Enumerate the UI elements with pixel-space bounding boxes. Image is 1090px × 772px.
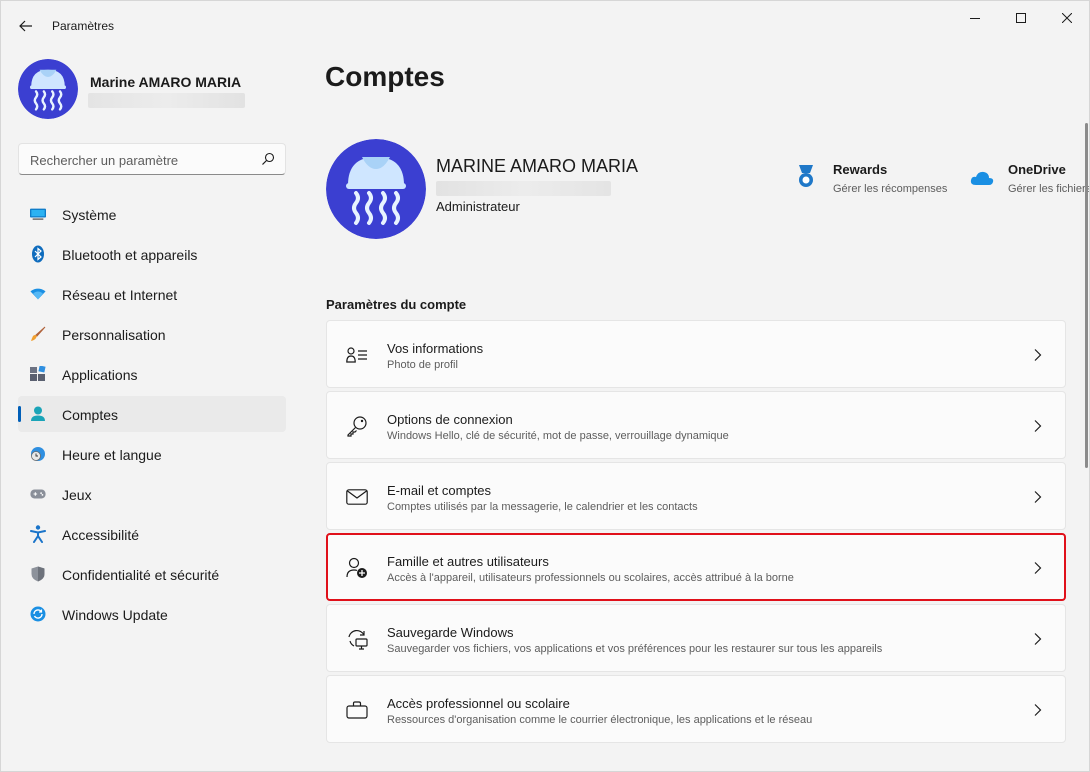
mail-icon	[345, 485, 369, 509]
card-subtitle: Photo de profil	[387, 359, 458, 371]
minimize-button[interactable]	[952, 1, 998, 35]
person-info-icon	[345, 343, 369, 367]
jellyfish-avatar-icon	[326, 139, 426, 239]
user-role: Administrateur	[436, 199, 520, 214]
card-email-comptes[interactable]: E-mail et comptes Comptes utilisés par l…	[326, 462, 1066, 530]
app-title: Paramètres	[52, 19, 115, 33]
search-input[interactable]: Rechercher un paramètre	[18, 143, 286, 175]
sidebar-item-personnalisation[interactable]: Personnalisation	[18, 316, 286, 352]
user-email-redacted	[436, 181, 611, 196]
chevron-right-icon	[1034, 633, 1042, 645]
update-icon	[30, 606, 46, 622]
accessibility-icon	[30, 525, 46, 543]
back-button[interactable]	[11, 11, 41, 41]
sidebar-item-accessibilite[interactable]: Accessibilité	[18, 516, 286, 552]
display-icon	[30, 206, 46, 222]
sidebar-item-label: Comptes	[62, 407, 119, 423]
account-settings-list: Vos informations Photo de profil Options…	[326, 320, 1066, 746]
sidebar-nav: Système Bluetooth et appareils Réseau et…	[18, 196, 286, 636]
person-icon	[30, 406, 46, 422]
brush-icon	[30, 326, 46, 342]
onedrive-title: OneDrive	[1008, 162, 1066, 177]
maximize-icon	[1016, 13, 1026, 23]
close-button[interactable]	[1044, 1, 1089, 35]
profile-email-redacted	[88, 93, 245, 108]
page-title: Comptes	[325, 61, 445, 92]
key-icon	[345, 414, 369, 438]
chevron-right-icon	[1034, 420, 1042, 432]
card-title: Vos informations	[387, 341, 484, 356]
medal-icon	[799, 165, 813, 187]
bluetooth-icon	[30, 245, 46, 263]
cloud-icon	[970, 171, 994, 185]
chevron-right-icon	[1034, 562, 1042, 574]
sidebar-item-label: Système	[62, 207, 117, 223]
sidebar-item-jeux[interactable]: Jeux	[18, 476, 286, 512]
card-acces-professionnel[interactable]: Accès professionnel ou scolaire Ressourc…	[326, 675, 1066, 743]
card-title: Sauvegarde Windows	[387, 625, 514, 640]
sidebar-item-label: Windows Update	[62, 607, 168, 623]
sidebar-item-label: Réseau et Internet	[62, 287, 178, 303]
gamepad-icon	[30, 486, 46, 502]
chevron-right-icon	[1034, 704, 1042, 716]
wifi-icon	[30, 286, 46, 302]
card-title: Options de connexion	[387, 412, 513, 427]
sidebar-item-windows-update[interactable]: Windows Update	[18, 596, 286, 632]
jellyfish-avatar-icon	[18, 59, 78, 119]
sidebar-item-comptes[interactable]: Comptes	[18, 396, 286, 432]
card-subtitle: Sauvegarder vos fichiers, vos applicatio…	[387, 643, 883, 655]
apps-icon	[30, 366, 46, 382]
person-add-icon	[345, 556, 369, 580]
clock-globe-icon	[30, 446, 46, 462]
minimize-icon	[970, 18, 980, 19]
maximize-button[interactable]	[998, 1, 1044, 35]
profile-avatar[interactable]	[18, 59, 78, 119]
sidebar-item-label: Accessibilité	[62, 527, 140, 543]
rewards-title: Rewards	[833, 162, 888, 177]
sidebar-item-confidentialite[interactable]: Confidentialité et sécurité	[18, 556, 286, 592]
card-title: Famille et autres utilisateurs	[387, 554, 549, 569]
sidebar-item-label: Applications	[62, 367, 138, 383]
card-subtitle: Ressources d'organisation comme le courr…	[387, 714, 813, 726]
card-options-connexion[interactable]: Options de connexion Windows Hello, clé …	[326, 391, 1066, 459]
card-title: Accès professionnel ou scolaire	[387, 696, 570, 711]
sidebar-item-label: Bluetooth et appareils	[62, 247, 198, 263]
card-subtitle: Windows Hello, clé de sécurité, mot de p…	[387, 430, 729, 442]
sidebar-item-label: Personnalisation	[62, 327, 166, 343]
sidebar-item-label: Confidentialité et sécurité	[62, 567, 220, 583]
card-subtitle: Accès à l'appareil, utilisateurs profess…	[387, 572, 794, 584]
sidebar-item-heure-langue[interactable]: Heure et langue	[18, 436, 286, 472]
user-name: MARINE AMARO MARIA	[436, 156, 639, 176]
briefcase-icon	[345, 698, 369, 722]
card-famille-utilisateurs[interactable]: Famille et autres utilisateurs Accès à l…	[326, 533, 1066, 601]
shield-icon	[30, 566, 46, 582]
card-subtitle: Comptes utilisés par la messagerie, le c…	[387, 501, 698, 513]
profile-name: Marine AMARO MARIA	[90, 74, 242, 90]
sidebar-item-reseau[interactable]: Réseau et Internet	[18, 276, 286, 312]
close-icon	[1062, 13, 1072, 23]
user-avatar[interactable]	[326, 139, 426, 239]
vertical-scrollbar[interactable]	[1085, 123, 1088, 468]
sidebar-item-applications[interactable]: Applications	[18, 356, 286, 392]
search-icon	[262, 152, 275, 165]
chevron-right-icon	[1034, 491, 1042, 503]
search-placeholder: Rechercher un paramètre	[30, 153, 179, 168]
sidebar-item-systeme[interactable]: Système	[18, 196, 286, 232]
card-title: E-mail et comptes	[387, 483, 492, 498]
chevron-right-icon	[1034, 349, 1042, 361]
card-sauvegarde-windows[interactable]: Sauvegarde Windows Sauvegarder vos fichi…	[326, 604, 1066, 672]
rewards-subtitle: Gérer les récompenses	[833, 183, 948, 195]
settings-window: Paramètres Marine AMARO MARIA Rechercher…	[0, 0, 1090, 772]
title-bar: Paramètres	[1, 1, 1089, 49]
backup-icon	[345, 627, 369, 651]
sidebar-item-label: Heure et langue	[62, 447, 162, 463]
sidebar-item-label: Jeux	[62, 487, 92, 503]
onedrive-subtitle: Gérer les fichiers	[1008, 183, 1090, 195]
sidebar-item-bluetooth[interactable]: Bluetooth et appareils	[18, 236, 286, 272]
section-title: Paramètres du compte	[326, 297, 467, 312]
card-vos-informations[interactable]: Vos informations Photo de profil	[326, 320, 1066, 388]
back-arrow-icon	[19, 20, 32, 32]
